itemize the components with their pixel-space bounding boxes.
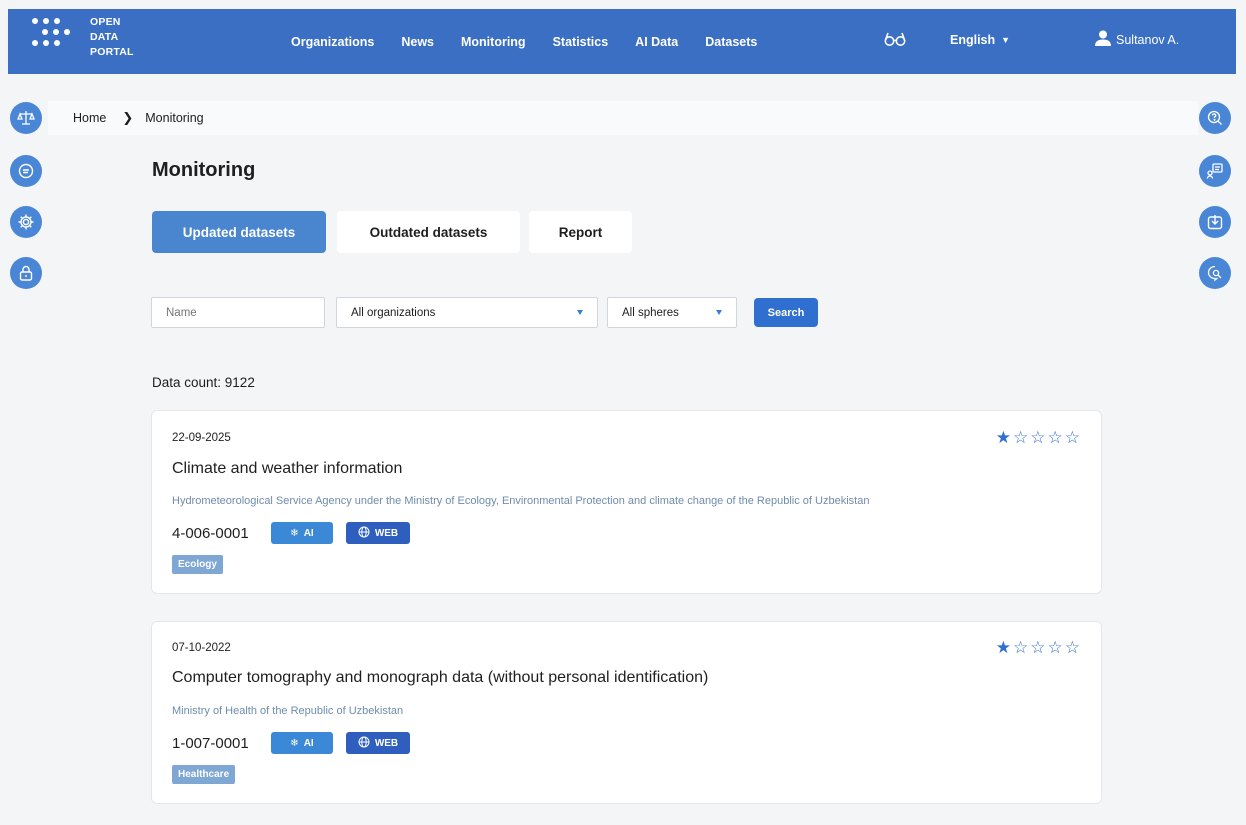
tab-outdated-datasets[interactable]: Outdated datasets: [337, 211, 520, 253]
ai-badge[interactable]: ❄ AI: [271, 522, 333, 544]
star-empty-icon[interactable]: ☆: [1013, 428, 1028, 448]
dataset-card[interactable]: 22-09-2025 ★ ☆ ☆ ☆ ☆ Climate and weather…: [151, 410, 1102, 594]
user-icon: [1094, 29, 1112, 50]
rating-stars[interactable]: ★ ☆ ☆ ☆ ☆: [996, 638, 1080, 658]
logo-line-portal: PORTAL: [90, 46, 134, 58]
sphere-select[interactable]: All spheres: [607, 297, 737, 328]
globe-icon: [358, 526, 370, 541]
gear-icon[interactable]: [10, 206, 42, 238]
ai-badge-label: AI: [303, 527, 314, 539]
rating-stars[interactable]: ★ ☆ ☆ ☆ ☆: [996, 428, 1080, 448]
user-name: Sultanov A.: [1116, 32, 1180, 47]
chat-icon[interactable]: [10, 155, 42, 187]
dataset-card[interactable]: 07-10-2022 ★ ☆ ☆ ☆ ☆ Computer tomography…: [151, 621, 1102, 804]
feedback-icon[interactable]: [1199, 155, 1231, 187]
caret-down-icon: [716, 310, 722, 315]
star-empty-icon[interactable]: ☆: [1048, 428, 1063, 448]
snowflake-icon: ❄: [290, 737, 299, 749]
logo-line-data: DATA: [90, 31, 119, 43]
web-badge-label: WEB: [374, 737, 399, 749]
ai-badge-label: AI: [303, 737, 314, 749]
portal-logo[interactable]: OPEN DATA PORTAL: [32, 15, 134, 60]
globe-icon: [358, 736, 370, 751]
download-icon[interactable]: [1199, 206, 1231, 238]
scales-icon[interactable]: [10, 102, 42, 134]
nav-organizations[interactable]: Organizations: [291, 35, 374, 49]
dataset-title[interactable]: Computer tomography and monograph data (…: [172, 669, 708, 687]
sphere-select-value: All spheres: [622, 306, 679, 319]
dataset-date: 07-10-2022: [172, 642, 231, 654]
web-badge[interactable]: WEB: [346, 732, 410, 754]
organization-select-value: All organizations: [351, 306, 436, 319]
dataset-organization[interactable]: Hydrometeorological Service Agency under…: [172, 495, 869, 507]
star-empty-icon[interactable]: ☆: [1065, 638, 1080, 658]
star-empty-icon[interactable]: ☆: [1030, 428, 1045, 448]
organization-select[interactable]: All organizations: [336, 297, 598, 328]
data-count: Data count: 9122: [152, 375, 255, 390]
main-nav: Organizations News Monitoring Statistics…: [291, 9, 784, 74]
glasses-icon[interactable]: [883, 29, 907, 54]
logo-dots-icon: [32, 18, 80, 46]
dataset-date: 22-09-2025: [172, 432, 231, 444]
nav-datasets[interactable]: Datasets: [705, 35, 757, 49]
chevron-right-icon: ❯: [122, 110, 134, 125]
snowflake-icon: ❄: [290, 527, 299, 539]
nav-statistics[interactable]: Statistics: [553, 35, 609, 49]
dataset-title[interactable]: Climate and weather information: [172, 460, 402, 478]
help-chat-icon[interactable]: [1199, 102, 1231, 134]
star-filled-icon[interactable]: ★: [996, 428, 1011, 448]
search-button[interactable]: Search: [754, 298, 818, 327]
dataset-code: 4-006-0001: [172, 525, 249, 542]
nav-monitoring[interactable]: Monitoring: [461, 35, 526, 49]
sphere-badge: Ecology: [172, 555, 223, 574]
web-badge[interactable]: WEB: [346, 522, 410, 544]
tab-updated-datasets[interactable]: Updated datasets: [152, 211, 326, 253]
star-filled-icon[interactable]: ★: [996, 638, 1011, 658]
caret-down-icon: [577, 310, 583, 315]
web-badge-label: WEB: [374, 527, 399, 539]
top-header: OPEN DATA PORTAL Organizations News Moni…: [8, 9, 1236, 74]
nav-news[interactable]: News: [401, 35, 434, 49]
star-empty-icon[interactable]: ☆: [1065, 428, 1080, 448]
dataset-organization[interactable]: Ministry of Health of the Republic of Uz…: [172, 705, 403, 717]
tab-report[interactable]: Report: [529, 211, 632, 253]
dataset-code: 1-007-0001: [172, 735, 249, 752]
chevron-down-icon: ▼: [1001, 35, 1011, 45]
nav-ai-data[interactable]: AI Data: [635, 35, 678, 49]
breadcrumb-current: Monitoring: [145, 111, 204, 125]
logo-line-open: OPEN: [90, 16, 121, 28]
language-label: English: [950, 33, 996, 47]
ai-badge[interactable]: ❄ AI: [271, 732, 333, 754]
breadcrumb: Home ❯ Monitoring: [48, 101, 1198, 135]
breadcrumb-home[interactable]: Home: [73, 111, 106, 125]
search-chat-icon[interactable]: [1199, 257, 1231, 289]
user-menu[interactable]: Sultanov A.: [1094, 29, 1179, 50]
name-search-input[interactable]: [151, 297, 325, 328]
star-empty-icon[interactable]: ☆: [1048, 638, 1063, 658]
star-empty-icon[interactable]: ☆: [1030, 638, 1045, 658]
language-selector[interactable]: English ▼: [950, 33, 1010, 47]
logo-text: OPEN DATA PORTAL: [90, 15, 134, 60]
lock-icon[interactable]: [10, 257, 42, 289]
star-empty-icon[interactable]: ☆: [1013, 638, 1028, 658]
sphere-badge: Healthcare: [172, 765, 236, 784]
page-title: Monitoring: [152, 159, 256, 181]
